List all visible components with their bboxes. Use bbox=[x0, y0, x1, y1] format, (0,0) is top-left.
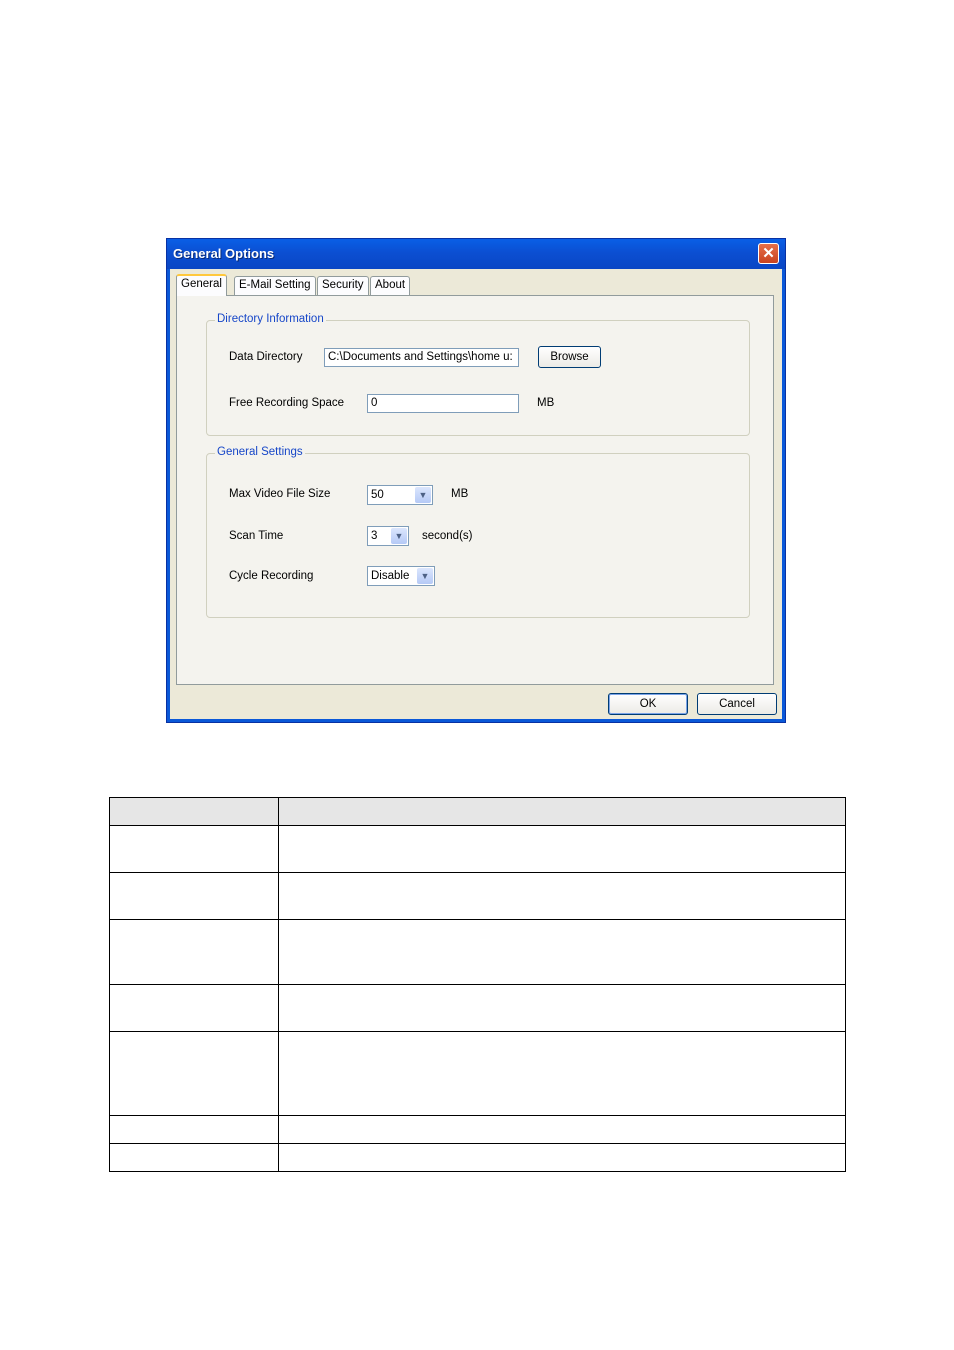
table-cell bbox=[109, 984, 279, 1032]
tab-security[interactable]: Security bbox=[317, 276, 369, 295]
dialog-client-area: General E-Mail Setting Security About Di… bbox=[170, 269, 782, 719]
general-options-dialog: General Options ✕ General E-Mail Setting… bbox=[166, 238, 786, 723]
table-cell bbox=[278, 984, 846, 1032]
tab-panel-general: Directory Information Data Directory C:\… bbox=[176, 295, 774, 685]
group-title-directory: Directory Information bbox=[215, 313, 326, 325]
table-cell bbox=[278, 1143, 846, 1172]
scan-time-value: 3 bbox=[371, 530, 378, 542]
close-icon[interactable]: ✕ bbox=[758, 243, 779, 264]
general-settings-group: General Settings Max Video File Size 50 … bbox=[206, 446, 750, 618]
scan-time-unit: second(s) bbox=[422, 530, 472, 542]
cycle-recording-select[interactable]: Disable ▼ bbox=[367, 566, 435, 586]
table-header-cell bbox=[109, 797, 279, 826]
scan-time-label: Scan Time bbox=[229, 530, 284, 542]
max-video-file-size-select[interactable]: 50 ▼ bbox=[367, 485, 433, 505]
chevron-down-icon[interactable]: ▼ bbox=[415, 487, 431, 503]
title-bar[interactable]: General Options ✕ bbox=[167, 239, 785, 269]
chevron-down-icon[interactable]: ▼ bbox=[417, 568, 433, 584]
free-space-unit: MB bbox=[537, 397, 555, 409]
tab-email-setting[interactable]: E-Mail Setting bbox=[234, 276, 316, 295]
table-cell bbox=[278, 1031, 846, 1116]
table-cell bbox=[278, 919, 846, 985]
table-header-row bbox=[109, 797, 846, 826]
table-cell bbox=[278, 872, 846, 920]
description-table bbox=[109, 797, 846, 1172]
dialog-title: General Options bbox=[173, 246, 275, 261]
data-directory-field[interactable]: C:\Documents and Settings\home u: bbox=[324, 348, 519, 367]
browse-button[interactable]: Browse bbox=[538, 346, 601, 368]
max-video-unit: MB bbox=[451, 488, 469, 500]
table-cell bbox=[109, 1031, 279, 1116]
table-row bbox=[109, 872, 846, 920]
group-title-general-settings: General Settings bbox=[215, 446, 305, 458]
chevron-down-icon[interactable]: ▼ bbox=[391, 528, 407, 544]
table-row bbox=[109, 1115, 846, 1144]
scan-time-select[interactable]: 3 ▼ bbox=[367, 526, 409, 546]
cycle-recording-value: Disable bbox=[371, 570, 410, 582]
max-video-file-size-label: Max Video File Size bbox=[229, 488, 331, 500]
table-cell bbox=[278, 1115, 846, 1144]
table-row bbox=[109, 825, 846, 873]
table-row bbox=[109, 1143, 846, 1172]
table-row bbox=[109, 919, 846, 985]
table-cell bbox=[109, 1115, 279, 1144]
tab-about[interactable]: About bbox=[370, 276, 411, 295]
table-row bbox=[109, 984, 846, 1032]
data-directory-label: Data Directory bbox=[229, 351, 303, 363]
table-cell bbox=[109, 1143, 279, 1172]
table-row bbox=[109, 1031, 846, 1116]
directory-information-group: Directory Information Data Directory C:\… bbox=[206, 313, 750, 436]
free-recording-space-label: Free Recording Space bbox=[229, 397, 345, 409]
ok-button[interactable]: OK bbox=[608, 693, 688, 715]
tab-general[interactable]: General bbox=[176, 274, 227, 296]
table-cell bbox=[109, 825, 279, 873]
max-video-file-size-value: 50 bbox=[371, 489, 384, 501]
table-header-cell bbox=[278, 797, 846, 826]
cancel-button[interactable]: Cancel bbox=[697, 693, 777, 715]
table-cell bbox=[278, 825, 846, 873]
cycle-recording-label: Cycle Recording bbox=[229, 570, 314, 582]
table-cell bbox=[109, 919, 279, 985]
free-recording-space-field[interactable]: 0 bbox=[367, 394, 519, 413]
table-cell bbox=[109, 872, 279, 920]
